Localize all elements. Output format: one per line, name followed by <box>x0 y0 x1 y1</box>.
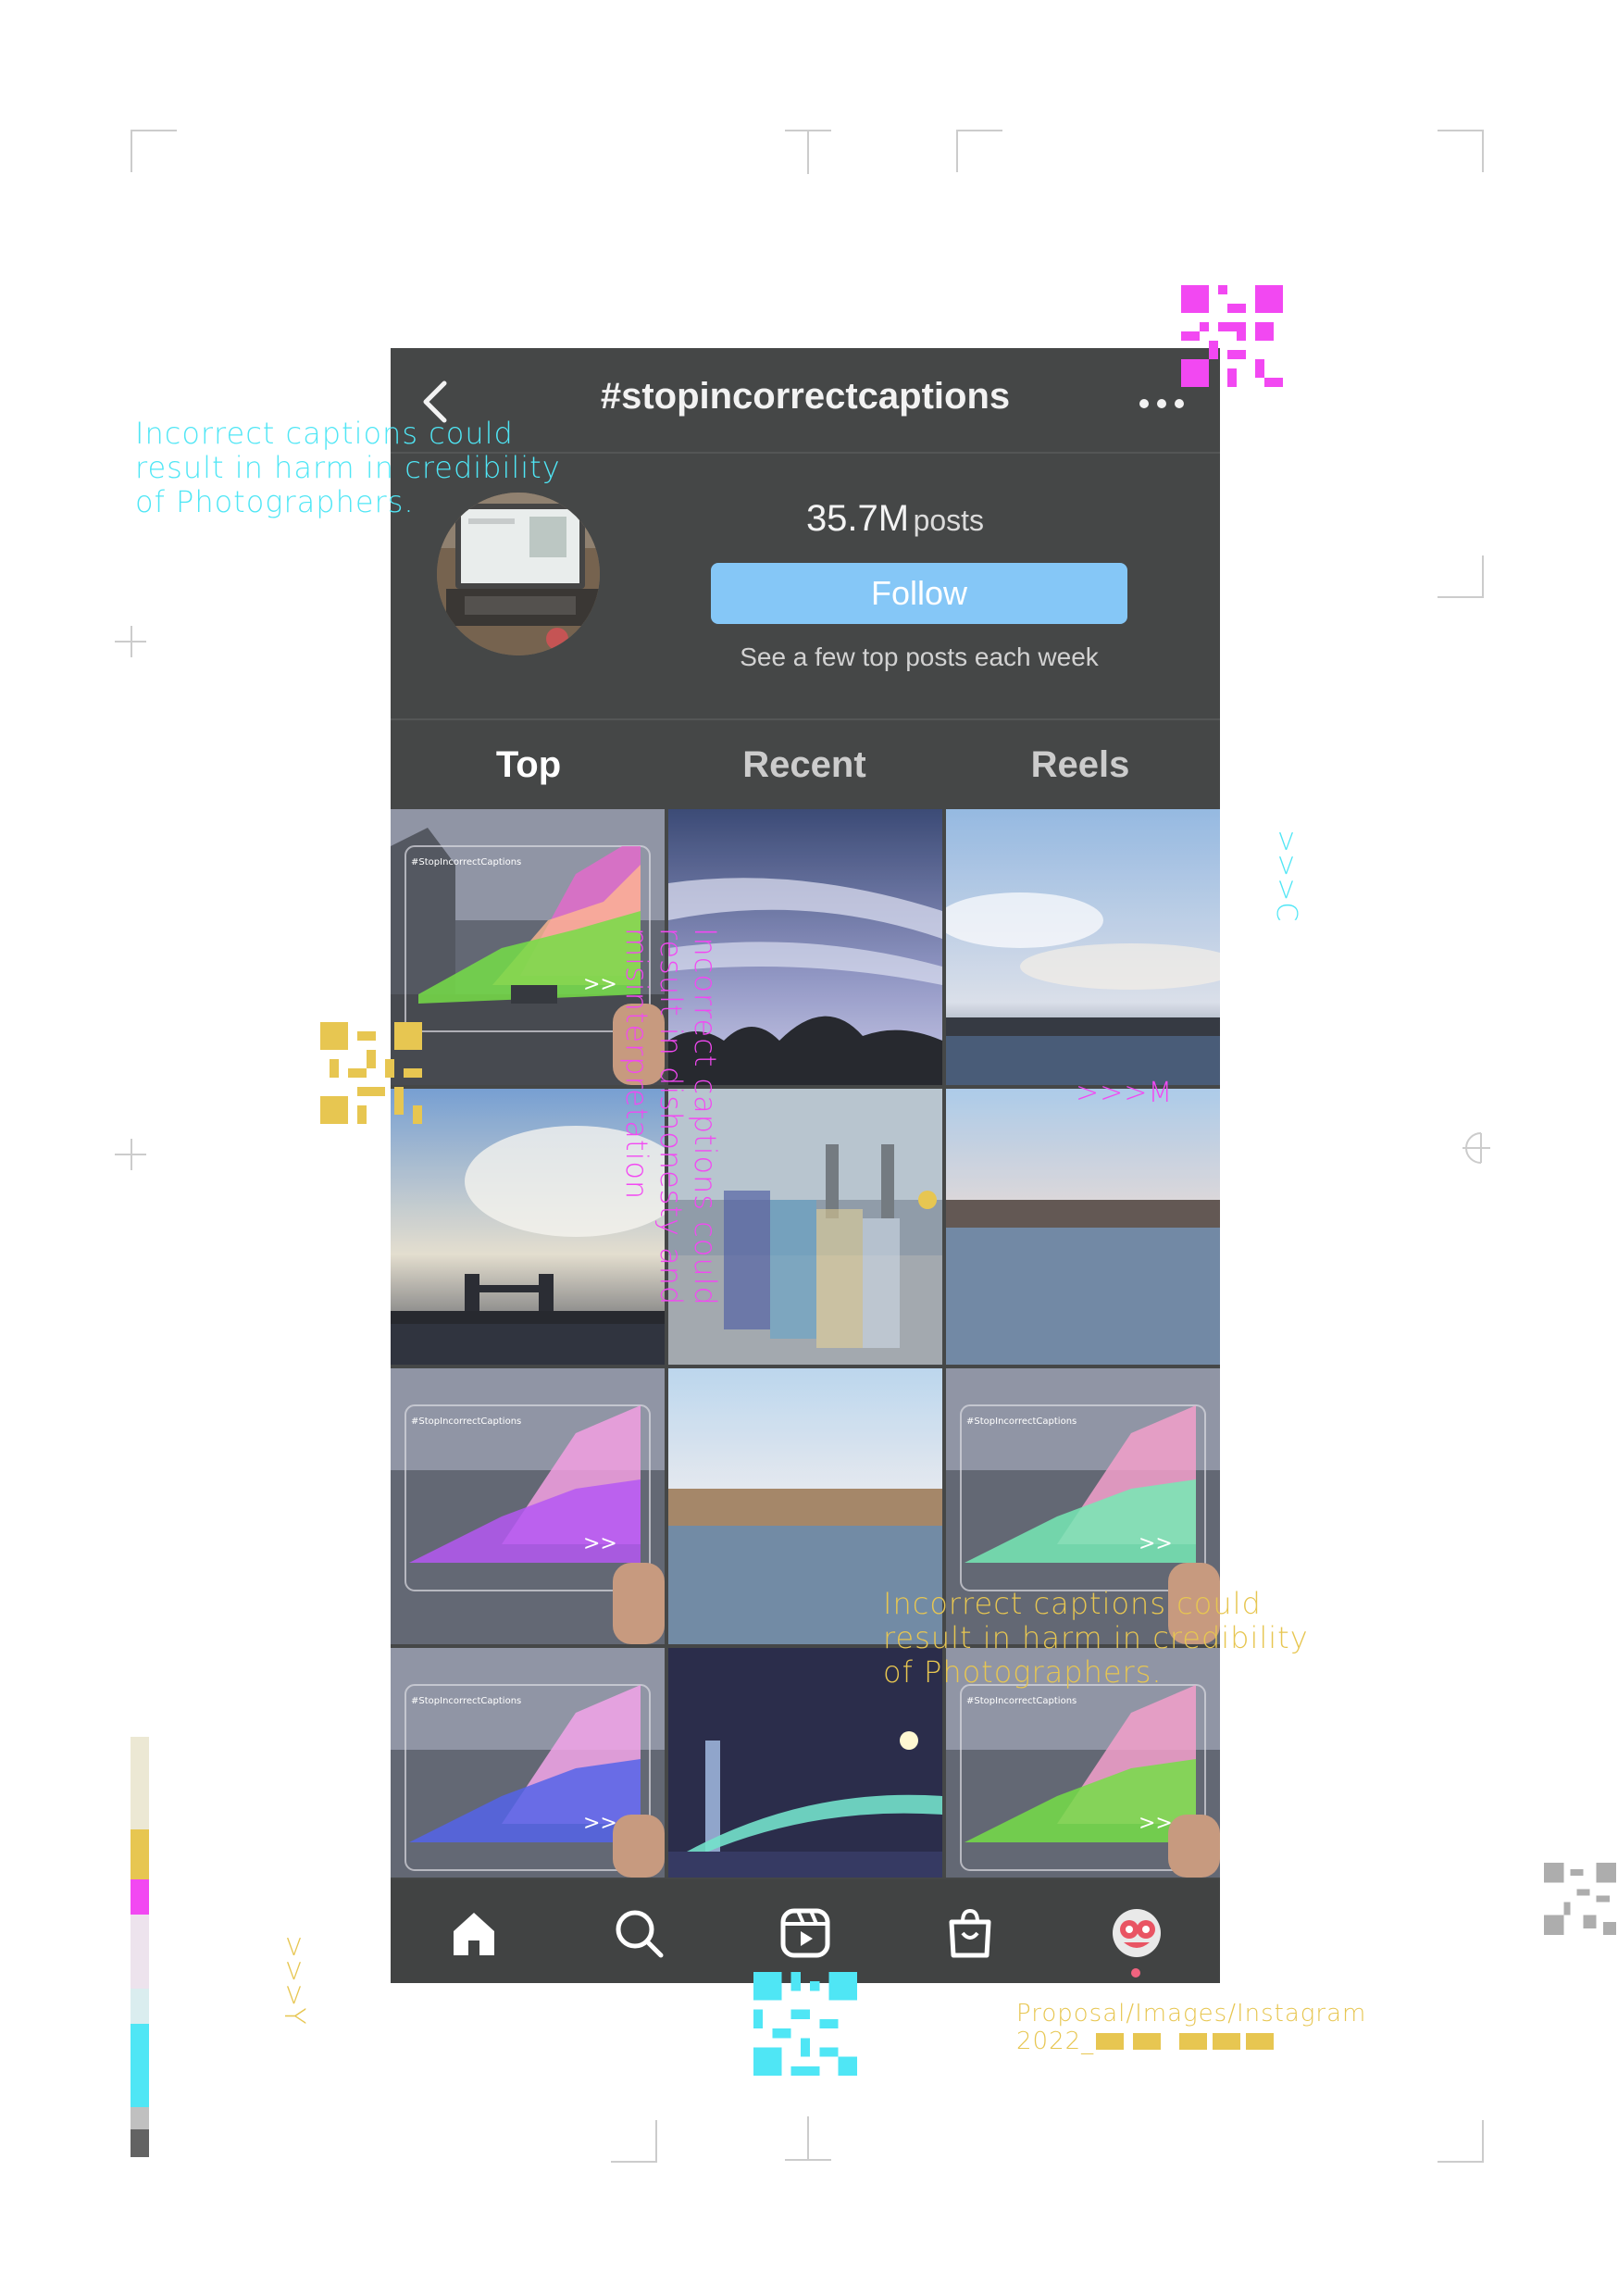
annotation-cyan-arrows: >>>C <box>1270 830 1302 923</box>
qr-code-grey <box>1544 1863 1616 1935</box>
qr-code-yellow <box>320 1022 422 1124</box>
reels-icon[interactable] <box>778 1905 833 1961</box>
overlay-arrows: >> <box>583 973 617 996</box>
redacted-block <box>1246 2033 1275 2050</box>
profile-avatar[interactable] <box>1109 1905 1164 1961</box>
redacted-block <box>1213 2033 1241 2050</box>
overlay-label: #StopIncorrectCaptions <box>411 1696 521 1706</box>
follow-button[interactable]: Follow <box>711 563 1127 624</box>
crop-mark <box>807 130 809 174</box>
post-thumbnail[interactable] <box>946 1089 1220 1365</box>
crop-mark <box>807 2116 809 2161</box>
color-swatch-bar <box>131 1737 149 2157</box>
annotation-path-line1: Proposal/Images/Instagram <box>1016 2000 1367 2028</box>
crop-mark <box>1438 555 1484 598</box>
post-thumbnail[interactable]: #StopIncorrectCaptions >> <box>391 1648 665 1878</box>
annotation-path-line2: 2022_ <box>1016 2028 1275 2055</box>
crop-mark <box>131 130 177 172</box>
overlay-arrows: >> <box>583 1812 617 1835</box>
tab-bar: Top Recent Reels <box>391 720 1220 809</box>
overlay-label: #StopIncorrectCaptions <box>411 1416 521 1427</box>
overlay-label: #StopIncorrectCaptions <box>411 857 521 867</box>
redacted-block <box>1133 2033 1162 2050</box>
tab-recent[interactable]: Recent <box>666 720 942 809</box>
overlay-label: #StopIncorrectCaptions <box>966 1416 1077 1427</box>
crop-mark <box>1438 2120 1484 2163</box>
crop-mark <box>1462 1132 1490 1164</box>
overlay-arrows: >> <box>1139 1812 1173 1835</box>
overlay-label: #StopIncorrectCaptions <box>966 1696 1077 1706</box>
annotation-yellow-arrows: >>>Y <box>278 1935 310 2026</box>
annotation-yellow-caption: Incorrect captions could result in harm … <box>883 1586 1309 1690</box>
more-options-icon[interactable] <box>1139 398 1185 409</box>
overlay-arrows: >> <box>583 1532 617 1555</box>
tab-top[interactable]: Top <box>391 720 666 809</box>
annotation-magenta-arrows: >>>M <box>1076 1077 1174 1109</box>
follow-subtext: See a few top posts each week <box>740 643 1099 671</box>
instagram-hashtag-screen: #stopincorrectcaptions 35.7M posts Follo… <box>391 348 1220 1983</box>
crop-mark <box>131 1139 132 1170</box>
post-count-label: posts <box>913 504 985 537</box>
post-grid: #StopIncorrectCaptions >> #StopIncorrect… <box>391 809 1220 1878</box>
post-count: 35.7M posts <box>687 498 1103 540</box>
annotation-path-year: 2022_ <box>1016 2028 1095 2055</box>
redacted-block <box>1096 2033 1125 2050</box>
crop-mark <box>131 626 132 657</box>
home-icon[interactable] <box>446 1905 502 1961</box>
post-thumbnail[interactable] <box>946 809 1220 1085</box>
crop-mark <box>956 130 1002 172</box>
search-icon[interactable] <box>611 1905 666 1961</box>
tab-reels[interactable]: Reels <box>942 720 1218 809</box>
annotation-magenta-vertical: Incorrect captions could result in disho… <box>619 928 723 1306</box>
post-count-number: 35.7M <box>805 498 910 539</box>
crop-mark <box>611 2120 657 2163</box>
post-thumbnail[interactable]: #StopIncorrectCaptions >> <box>391 1368 665 1644</box>
shop-icon[interactable] <box>942 1905 998 1961</box>
overlay-arrows: >> <box>1139 1532 1173 1555</box>
notification-dot <box>1131 1968 1140 1978</box>
hashtag-title: #stopincorrectcaptions <box>600 376 1011 417</box>
bottom-navbar <box>391 1879 1220 1983</box>
qr-code-magenta <box>1181 285 1283 387</box>
redacted-block <box>1179 2033 1208 2050</box>
crop-mark <box>1438 130 1484 172</box>
annotation-cyan-caption: Incorrect captions could result in harm … <box>135 416 561 519</box>
qr-code-cyan <box>753 1972 857 2076</box>
